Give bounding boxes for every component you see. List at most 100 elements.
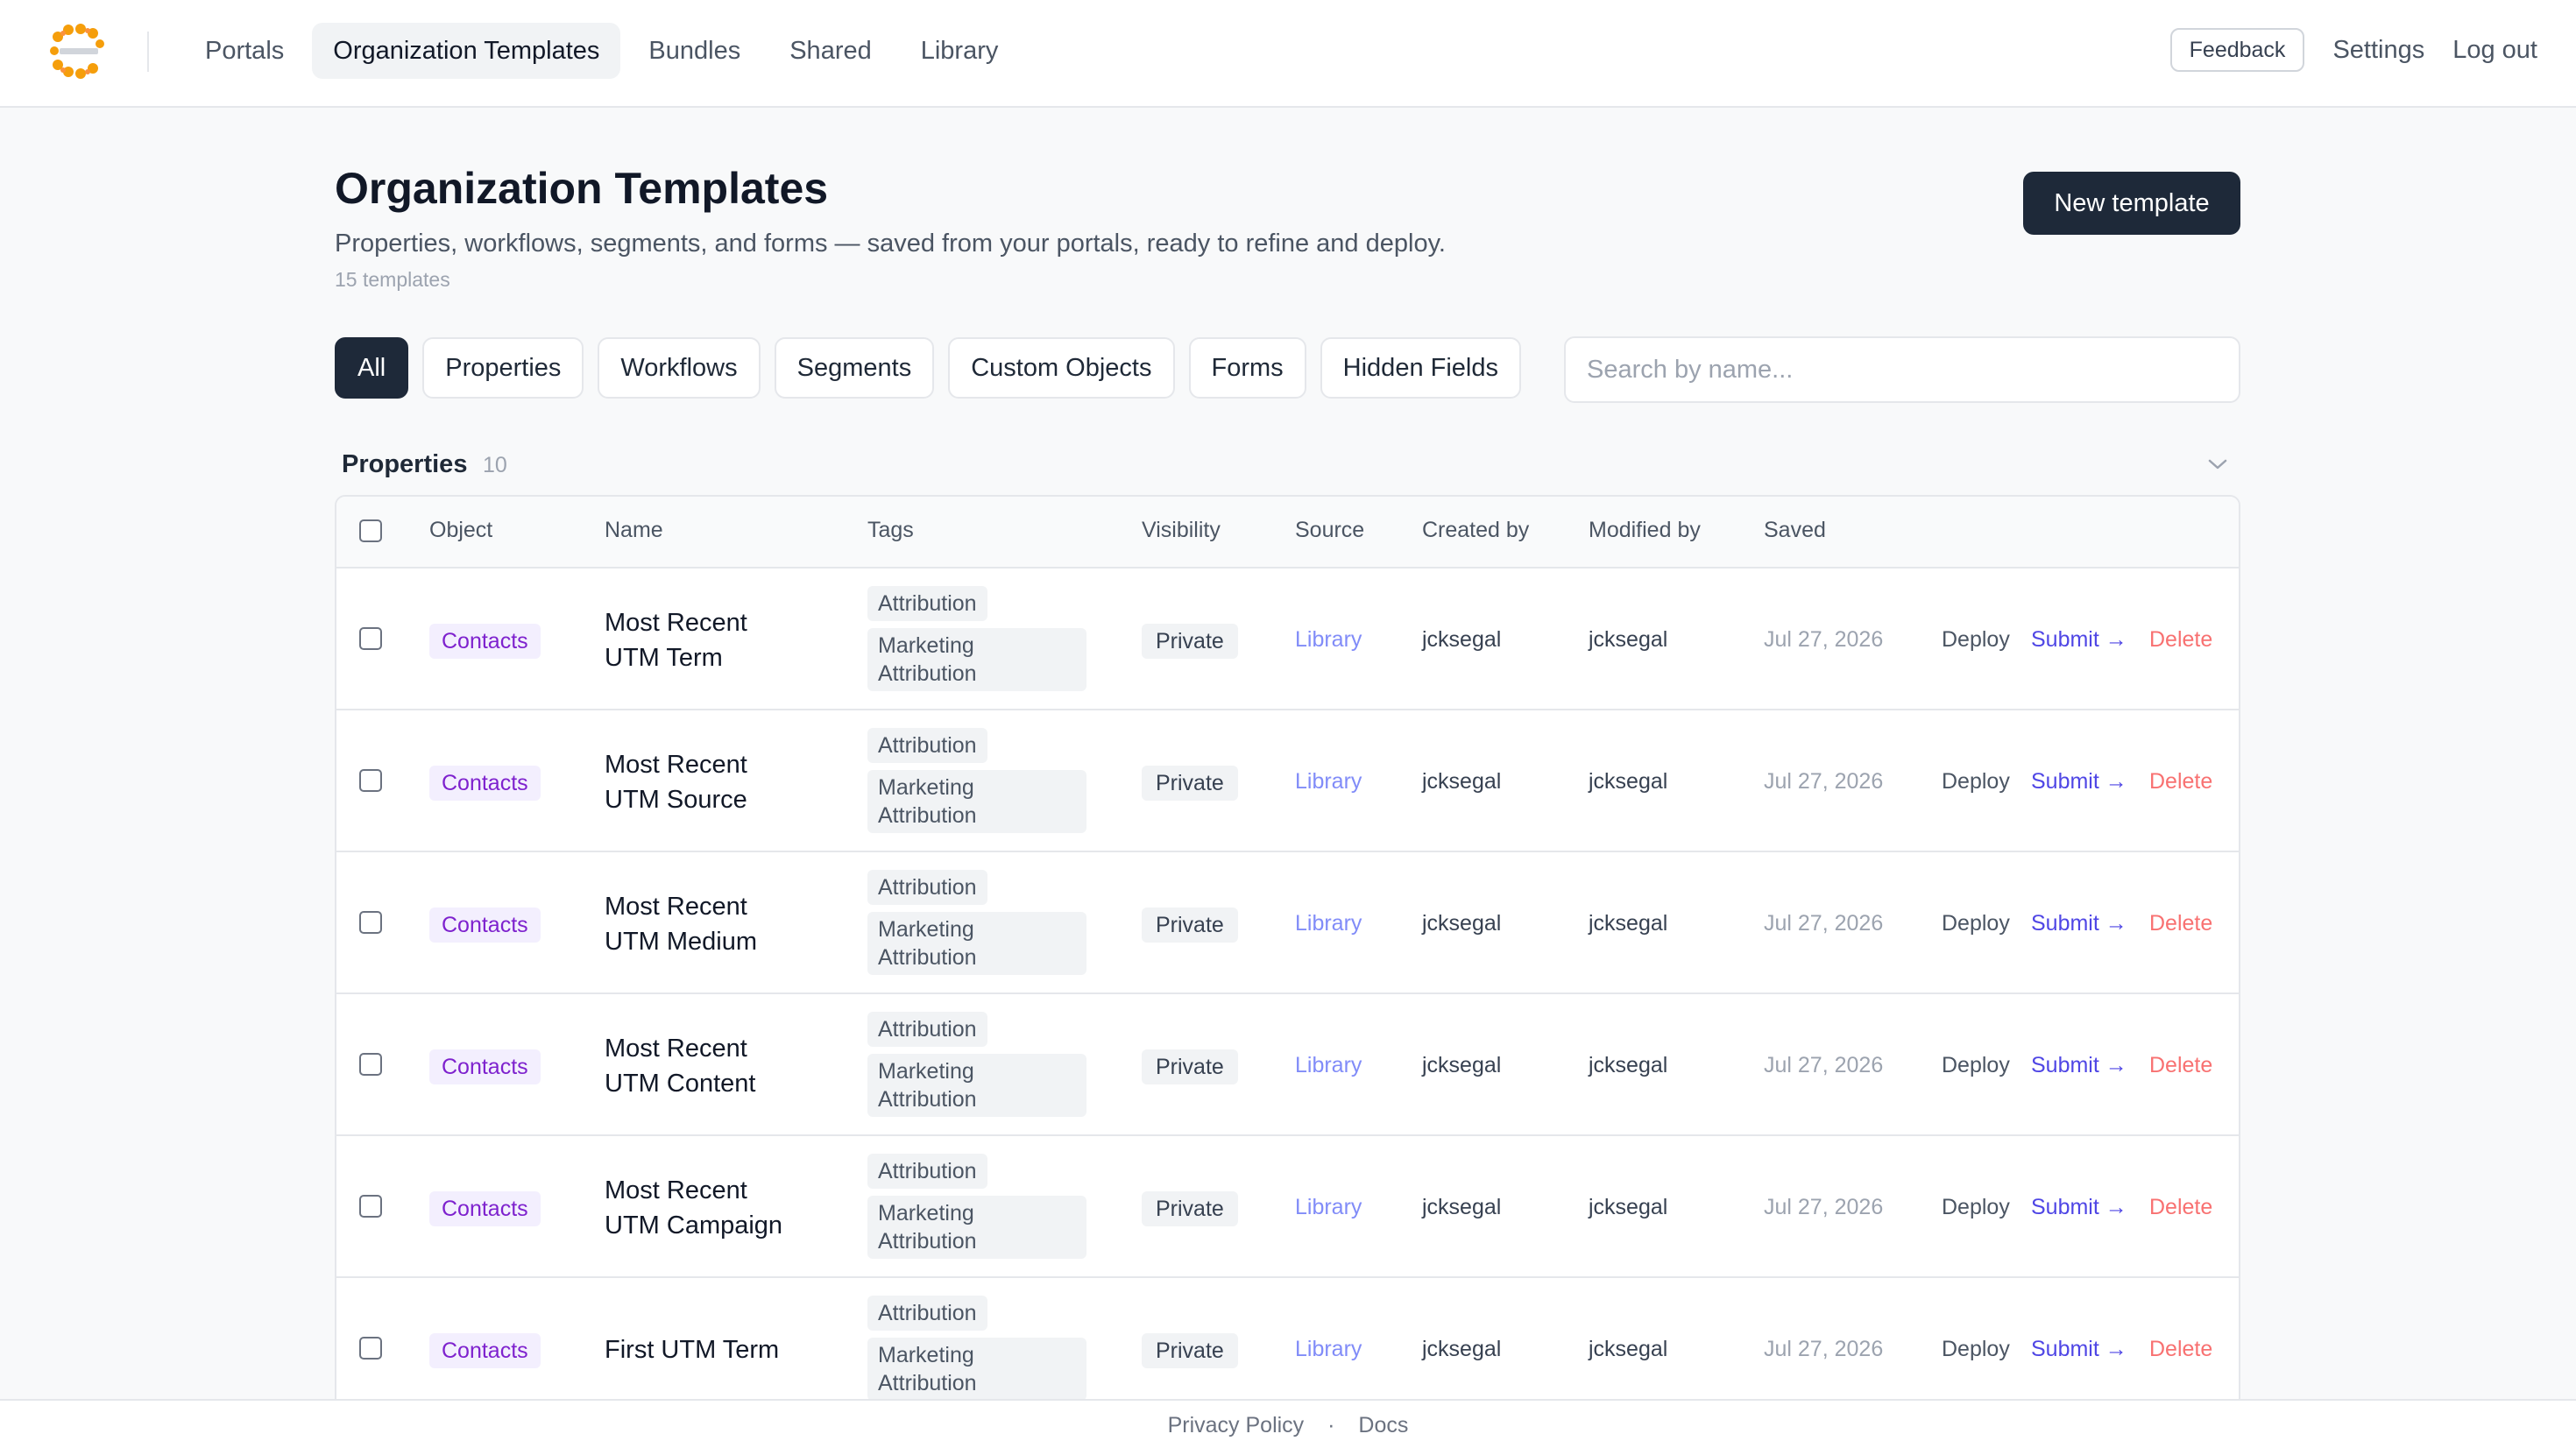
filter-all[interactable]: All (335, 337, 409, 399)
source-link[interactable]: Library (1295, 1195, 1362, 1220)
table-row[interactable]: Contacts Most Recent UTM Medium Attributi… (336, 852, 2239, 994)
tab-organization-templates[interactable]: Organization Templates (312, 23, 621, 79)
source-link[interactable]: Library (1295, 911, 1362, 936)
template-name[interactable]: Most Recent UTM Medium (605, 889, 757, 959)
deploy-button[interactable]: Deploy (1942, 627, 2010, 653)
tab-portals[interactable]: Portals (184, 23, 305, 79)
created-by: jcksegal (1422, 1053, 1502, 1077)
templates-table: Object Name Tags Visibility Source Creat… (335, 495, 2240, 1448)
column-visibility[interactable]: Visibility (1142, 518, 1221, 543)
template-name-line1: Most Recent (605, 609, 747, 637)
template-name[interactable]: Most Recent UTM Campaign (605, 1173, 782, 1243)
nav-tabs: Portals Organization Templates Bundles S… (184, 23, 1019, 79)
template-name[interactable]: Most Recent UTM Content (605, 1031, 755, 1101)
tag-badge: Attribution (867, 728, 987, 763)
template-name-line1: First UTM Term (605, 1336, 780, 1364)
chevron-down-icon[interactable] (2204, 454, 2231, 475)
submit-button[interactable]: Submit → (2031, 911, 2127, 936)
visibility-badge: Private (1142, 1049, 1238, 1084)
source-link[interactable]: Library (1295, 1337, 1362, 1362)
template-name[interactable]: First UTM Term (605, 1332, 779, 1367)
search-input[interactable] (1564, 336, 2240, 403)
template-name-line2: UTM Source (605, 786, 747, 814)
submit-button[interactable]: Submit → (2031, 1195, 2127, 1220)
submit-button[interactable]: Submit → (2031, 1337, 2127, 1362)
delete-button[interactable]: Delete (2149, 627, 2212, 653)
deploy-button[interactable]: Deploy (1942, 1195, 2010, 1220)
submit-button[interactable]: Submit → (2031, 769, 2127, 795)
submit-button[interactable]: Submit → (2031, 627, 2127, 653)
row-checkbox[interactable] (359, 1195, 382, 1218)
logo[interactable] (46, 21, 109, 82)
tag-badge: Attribution (867, 870, 987, 905)
footer: Privacy Policy · Docs (0, 1399, 2576, 1448)
filter-forms[interactable]: Forms (1188, 337, 1306, 399)
saved-date: Jul 27, 2026 (1764, 1053, 1884, 1077)
tab-shared[interactable]: Shared (768, 23, 893, 79)
tag-badge: Marketing Attribution (867, 1054, 1086, 1117)
logout-link[interactable]: Log out (2452, 36, 2537, 65)
footer-separator: · (1327, 1413, 1335, 1437)
tag-badge: Attribution (867, 1012, 987, 1047)
column-name[interactable]: Name (605, 518, 663, 543)
column-tags[interactable]: Tags (867, 518, 914, 543)
select-all-checkbox[interactable] (359, 519, 382, 542)
filter-hidden-fields[interactable]: Hidden Fields (1320, 337, 1521, 399)
template-name-line2: UTM Term (605, 644, 723, 672)
tab-bundles[interactable]: Bundles (627, 23, 761, 79)
column-saved[interactable]: Saved (1764, 518, 1826, 543)
tag-badge: Attribution (867, 1154, 987, 1189)
delete-button[interactable]: Delete (2149, 1195, 2212, 1220)
column-created-by[interactable]: Created by (1422, 518, 1529, 543)
row-checkbox[interactable] (359, 1337, 382, 1360)
nav-right: Feedback Settings Log out (2169, 28, 2537, 72)
template-name[interactable]: Most Recent UTM Term (605, 605, 747, 675)
delete-button[interactable]: Delete (2149, 911, 2212, 936)
template-name[interactable]: Most Recent UTM Source (605, 747, 747, 817)
filter-workflows[interactable]: Workflows (598, 337, 761, 399)
deploy-button[interactable]: Deploy (1942, 769, 2010, 795)
saved-date: Jul 27, 2026 (1764, 911, 1884, 936)
table-row[interactable]: Contacts Most Recent UTM Source Attributi… (336, 710, 2239, 852)
docs-link[interactable]: Docs (1358, 1413, 1408, 1437)
deploy-button[interactable]: Deploy (1942, 911, 2010, 936)
settings-link[interactable]: Settings (2332, 36, 2424, 65)
deploy-button[interactable]: Deploy (1942, 1337, 2010, 1362)
row-checkbox[interactable] (359, 1053, 382, 1076)
row-checkbox[interactable] (359, 769, 382, 792)
row-checkbox[interactable] (359, 627, 382, 650)
filter-properties[interactable]: Properties (422, 337, 584, 399)
table-header: Object Name Tags Visibility Source Creat… (336, 497, 2239, 569)
created-by: jcksegal (1422, 769, 1502, 794)
template-name-line2: UTM Campaign (605, 1211, 783, 1240)
tag-badge: Attribution (867, 1296, 987, 1331)
delete-button[interactable]: Delete (2149, 1337, 2212, 1362)
source-link[interactable]: Library (1295, 627, 1362, 653)
feedback-button[interactable]: Feedback (2169, 28, 2305, 72)
row-checkbox[interactable] (359, 911, 382, 934)
submit-button[interactable]: Submit → (2031, 1053, 2127, 1078)
column-modified-by[interactable]: Modified by (1589, 518, 1701, 543)
tag-badge: Attribution (867, 586, 987, 621)
template-name-line2: UTM Medium (605, 928, 758, 956)
source-link[interactable]: Library (1295, 1053, 1362, 1078)
delete-button[interactable]: Delete (2149, 1053, 2212, 1078)
table-row[interactable]: Contacts Most Recent UTM Campaign Attribu… (336, 1136, 2239, 1278)
filter-segments[interactable]: Segments (774, 337, 935, 399)
column-source[interactable]: Source (1295, 518, 1364, 543)
modified-by: jcksegal (1589, 769, 1668, 794)
table-row[interactable]: Contacts Most Recent UTM Content Attribut… (336, 994, 2239, 1136)
page-title: Organization Templates (335, 164, 829, 213)
delete-button[interactable]: Delete (2149, 769, 2212, 795)
top-nav: Portals Organization Templates Bundles S… (0, 0, 2576, 108)
tab-library[interactable]: Library (900, 23, 1020, 79)
source-link[interactable]: Library (1295, 769, 1362, 795)
privacy-policy-link[interactable]: Privacy Policy (1168, 1413, 1305, 1437)
filter-custom-objects[interactable]: Custom Objects (948, 337, 1175, 399)
table-row[interactable]: Contacts Most Recent UTM Term Attribution… (336, 569, 2239, 710)
tag-badge: Marketing Attribution (867, 1338, 1086, 1401)
visibility-badge: Private (1142, 908, 1238, 943)
deploy-button[interactable]: Deploy (1942, 1053, 2010, 1078)
new-template-button[interactable]: New template (2023, 172, 2240, 235)
column-object[interactable]: Object (429, 518, 492, 543)
